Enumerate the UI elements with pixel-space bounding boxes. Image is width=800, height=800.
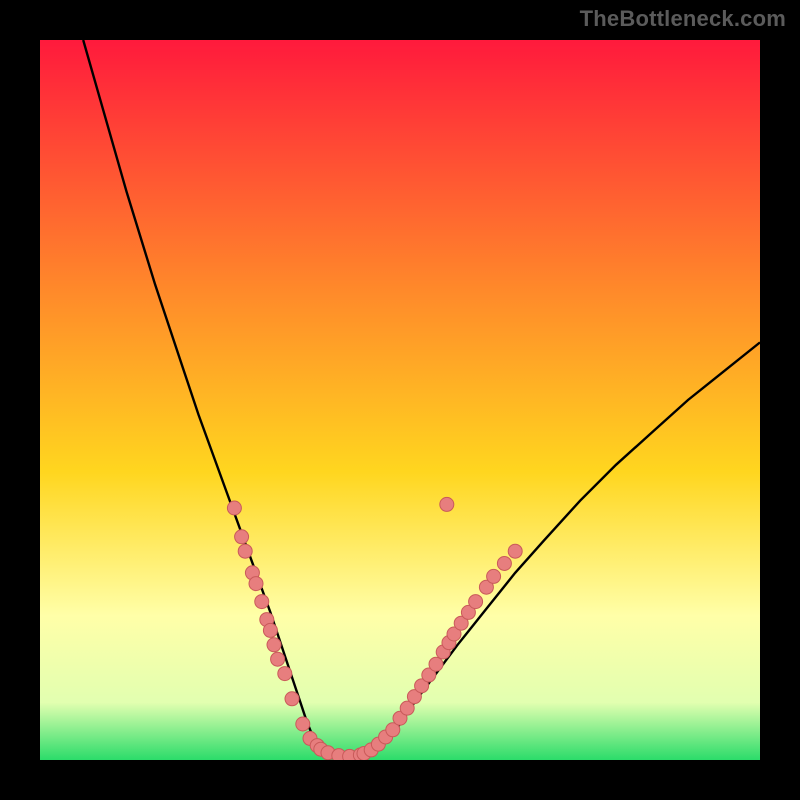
data-point [267,638,281,652]
gradient-background [40,40,760,760]
data-point [440,497,454,511]
plot-svg [40,40,760,760]
data-point [235,530,249,544]
watermark-label: TheBottleneck.com [580,6,786,32]
data-point [227,501,241,515]
data-point [278,667,292,681]
plot-area [40,40,760,760]
data-point [285,692,299,706]
data-point [249,577,263,591]
data-point [469,595,483,609]
data-point [508,544,522,558]
data-point [255,595,269,609]
data-point [238,544,252,558]
data-point [263,623,277,637]
data-point [271,652,285,666]
data-point [296,717,310,731]
data-point [497,556,511,570]
data-point [429,657,443,671]
chart-stage: TheBottleneck.com [0,0,800,800]
data-point [487,569,501,583]
